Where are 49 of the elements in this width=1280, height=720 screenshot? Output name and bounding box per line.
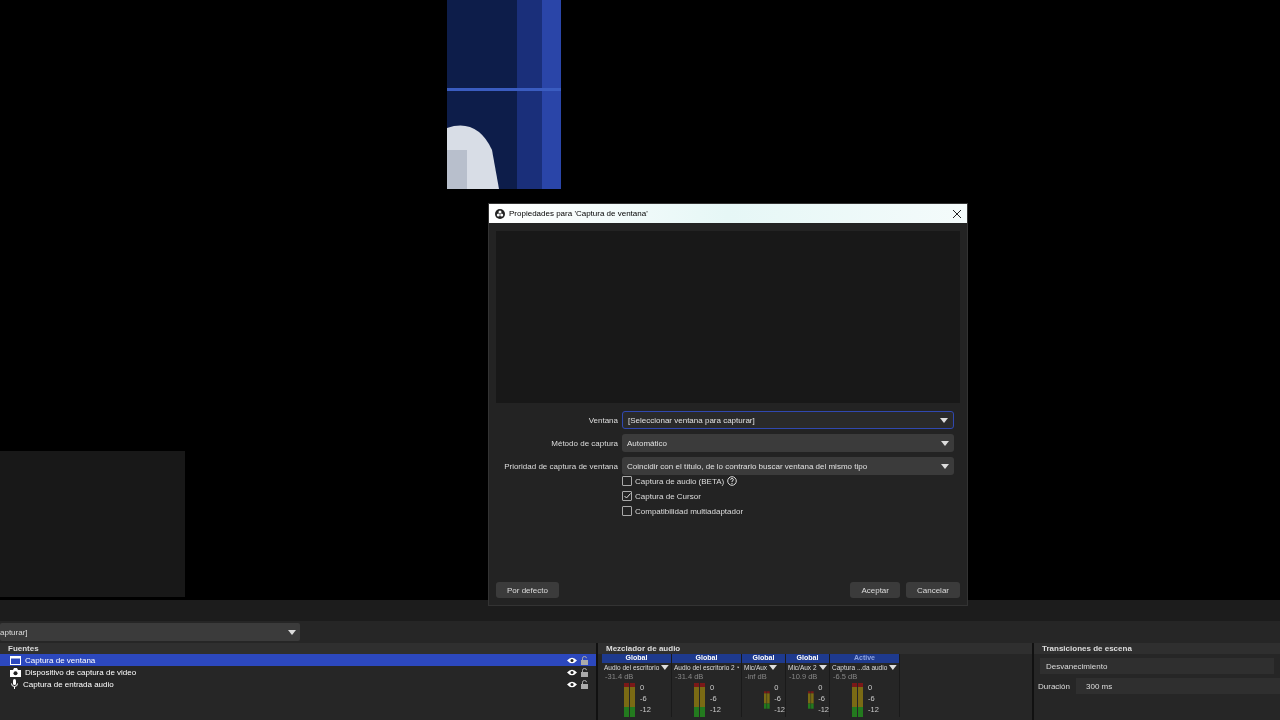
checkbox[interactable] xyxy=(622,491,632,501)
default-button[interactable]: Por defecto xyxy=(496,582,559,598)
field-label: Prioridad de captura de ventana xyxy=(503,461,618,471)
caret-icon xyxy=(288,629,296,635)
dropdown-field[interactable]: Automático xyxy=(622,434,954,452)
volume-meter xyxy=(624,683,636,717)
caret-icon xyxy=(889,665,897,670)
checkbox[interactable] xyxy=(622,506,632,516)
checkbox-label: Captura de audio (BETA) xyxy=(635,476,725,486)
source-item[interactable]: Captura de ventana xyxy=(0,654,596,666)
window-icon xyxy=(10,655,21,665)
scene-dropdown[interactable]: apturar] xyxy=(0,623,300,641)
camera-icon xyxy=(10,667,21,677)
caret-icon xyxy=(661,665,669,670)
eye-icon[interactable] xyxy=(567,668,577,676)
source-item[interactable]: Captura de entrada audio xyxy=(0,678,596,690)
duration-label: Duración xyxy=(1038,681,1070,691)
panel-title: Transiciones de escena xyxy=(1042,644,1133,653)
microphone-icon xyxy=(10,679,19,689)
checkbox[interactable] xyxy=(622,476,632,486)
caret-icon xyxy=(818,665,827,670)
lock-icon[interactable] xyxy=(581,667,588,677)
caret-icon xyxy=(941,463,949,469)
volume-meter xyxy=(852,683,864,717)
field-label: Ventana xyxy=(587,415,618,425)
eye-icon[interactable] xyxy=(567,656,577,664)
field-label: Método de captura xyxy=(550,438,618,448)
checkbox-label: Captura de Cursor xyxy=(635,491,701,501)
panel-title: Fuentes xyxy=(8,644,40,653)
dialog-button[interactable]: Cancelar xyxy=(906,582,960,598)
panel-title: Mezclador de audio xyxy=(606,644,682,653)
duration-field[interactable]: 300 ms xyxy=(1076,678,1280,694)
help-icon[interactable] xyxy=(727,476,738,486)
caret-icon xyxy=(941,440,949,446)
dropdown-field[interactable]: [Seleccionar ventana para capturar] xyxy=(622,411,954,429)
checkbox-label: Compatibilidad multiadaptador xyxy=(635,506,744,516)
dialog-button[interactable]: Aceptar xyxy=(850,582,900,598)
volume-meter xyxy=(694,683,706,717)
dropdown-field[interactable]: Coincidir con el título, de lo contrario buscar ventana del mismo tipo xyxy=(622,457,954,475)
caret-icon xyxy=(769,665,778,670)
close-icon[interactable] xyxy=(953,209,961,218)
lock-icon[interactable] xyxy=(581,655,588,665)
window-title: Propiedades para 'Captura de ventana' xyxy=(509,209,649,218)
app-logo-icon xyxy=(495,208,505,219)
lock-icon[interactable] xyxy=(581,679,588,689)
transition-dropdown[interactable]: Desvanecimiento xyxy=(1040,658,1274,674)
eye-icon[interactable] xyxy=(567,680,577,688)
source-item[interactable]: Dispositivo de captura de video xyxy=(0,666,596,678)
caret-icon xyxy=(940,417,948,423)
